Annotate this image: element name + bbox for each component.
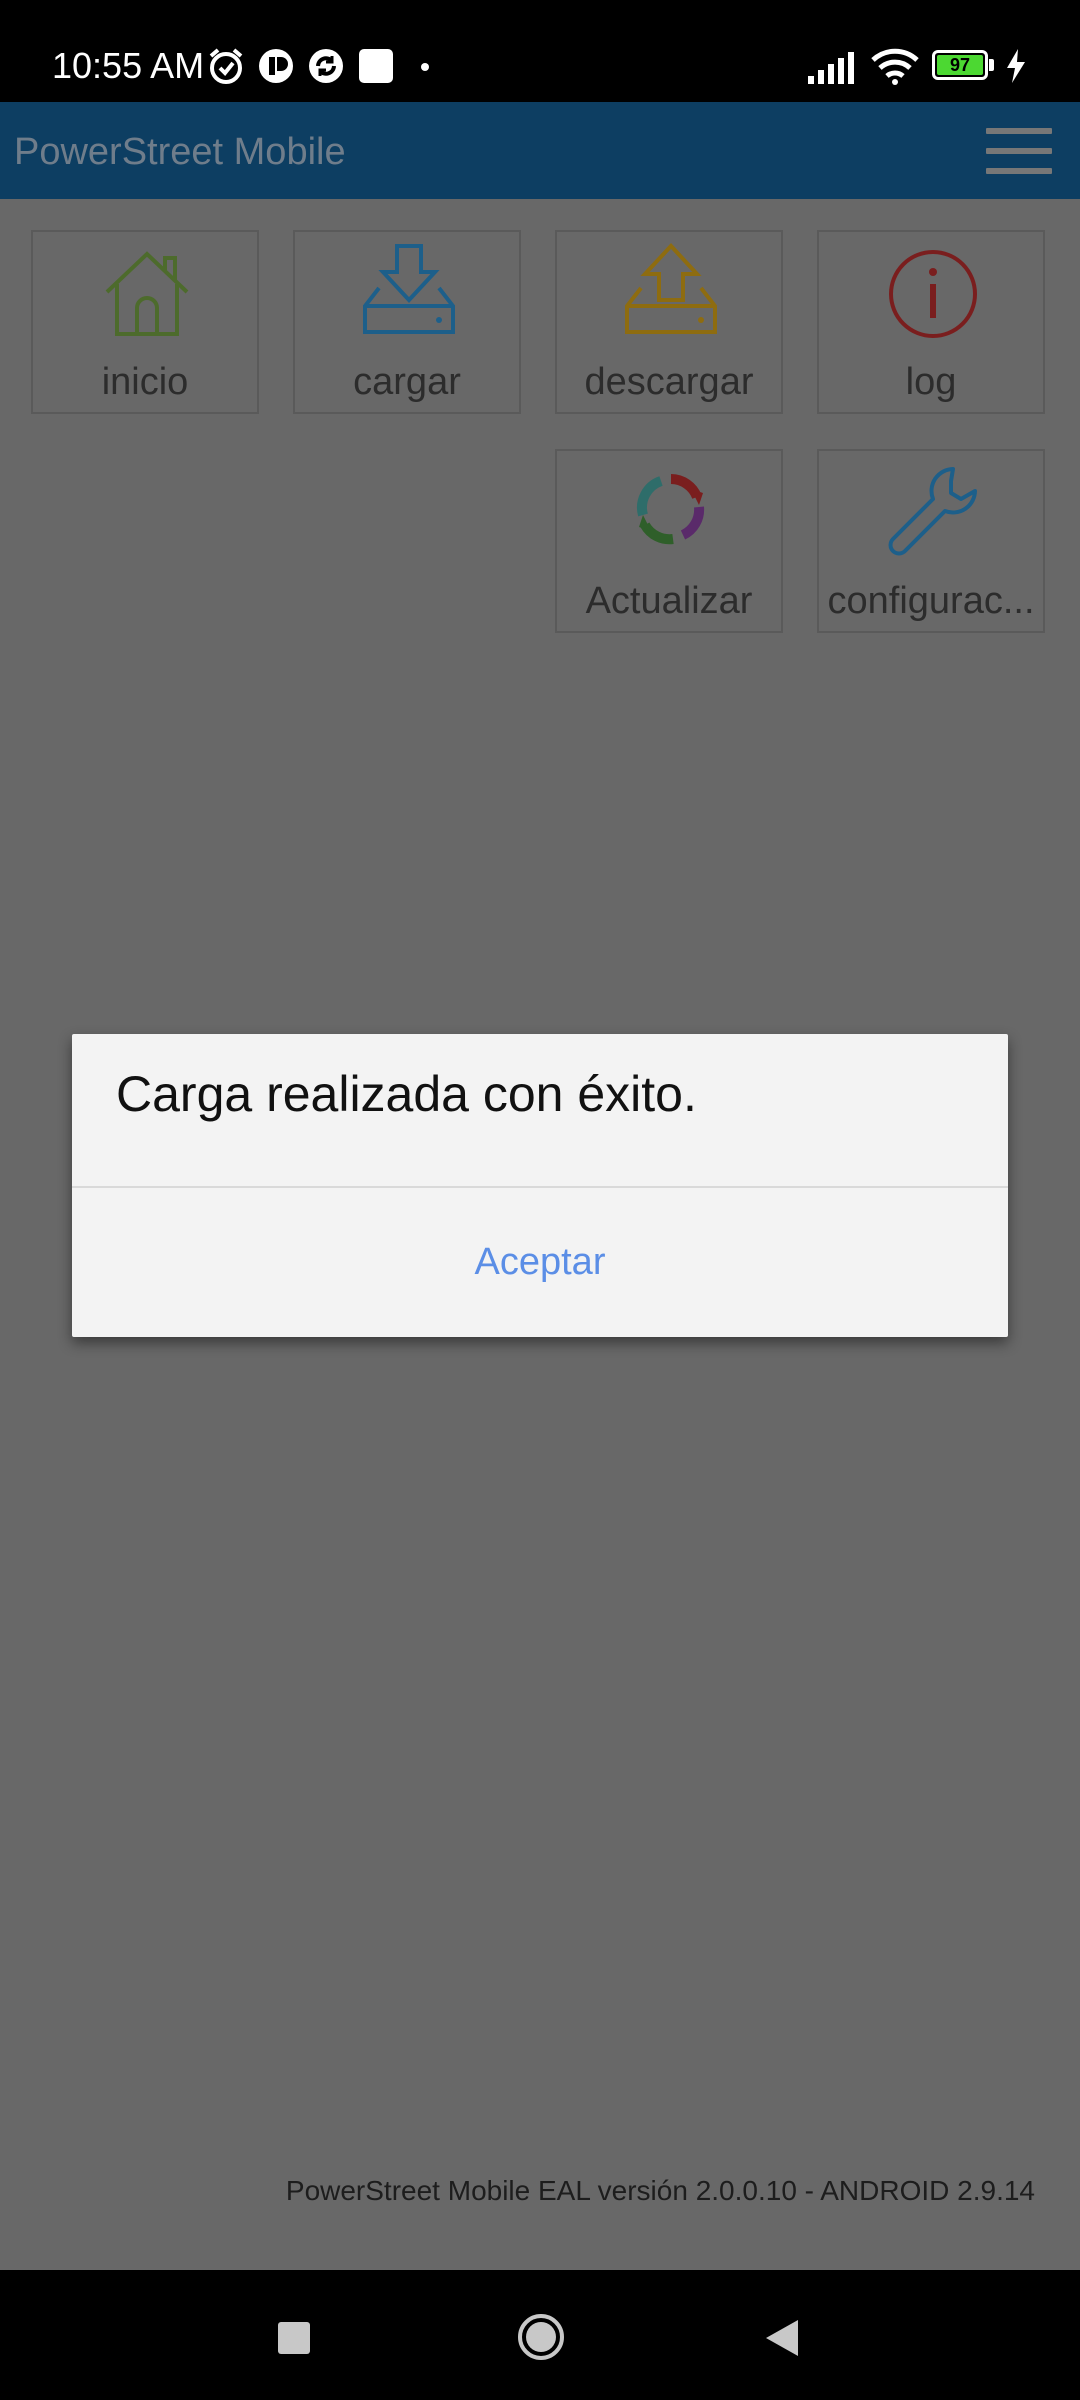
tile-actualizar[interactable]: Actualizar: [555, 449, 783, 633]
dot-icon: [421, 63, 429, 71]
tile-label: log: [905, 361, 957, 403]
signal-icon: [808, 52, 854, 84]
hamburger-menu-icon[interactable]: [986, 124, 1056, 180]
home-circle-icon[interactable]: [516, 2312, 566, 2362]
dialog-message: Carga realizada con éxito.: [116, 1066, 697, 1122]
tile-label: descargar: [584, 361, 754, 403]
app-notification-icon: [259, 49, 293, 83]
tile-label: cargar: [353, 361, 461, 403]
back-icon[interactable]: [762, 2318, 802, 2358]
info-icon: [889, 250, 977, 338]
app-title: PowerStreet Mobile: [14, 131, 346, 173]
refresh-icon: [637, 474, 705, 545]
download-tray-icon: [625, 243, 717, 334]
tile-descargar[interactable]: descargar: [555, 230, 783, 414]
tile-inicio[interactable]: inicio: [31, 230, 259, 414]
recents-icon[interactable]: [276, 2320, 312, 2356]
upload-tray-icon: [363, 244, 455, 334]
battery-icon: 97: [932, 50, 996, 82]
sync-icon: [309, 49, 343, 83]
version-text: PowerStreet Mobile EAL versión 2.0.0.10 …: [285, 2175, 1035, 2206]
wrench-icon: [888, 467, 977, 556]
navigation-bar: [0, 2270, 1080, 2400]
alarm-icon: [209, 48, 243, 84]
app-bar: PowerStreet Mobile: [0, 102, 1080, 199]
tile-label: Actualizar: [585, 580, 753, 622]
status-bar: 10:55 AM 97: [0, 0, 1080, 102]
tile-label: inicio: [101, 361, 189, 403]
square-notification-icon: [359, 49, 393, 83]
wifi-icon: [871, 48, 919, 85]
charging-icon: [1007, 49, 1025, 83]
success-dialog: Carga realizada con éxito. Aceptar: [72, 1034, 1008, 1337]
tile-configuracion[interactable]: configurac...: [817, 449, 1045, 633]
tile-label: configurac...: [827, 580, 1035, 622]
status-time: 10:55 AM: [52, 45, 205, 86]
accept-button[interactable]: Aceptar: [72, 1188, 1008, 1337]
tile-cargar[interactable]: cargar: [293, 230, 521, 414]
home-icon: [105, 251, 189, 336]
tile-log[interactable]: log: [817, 230, 1045, 414]
battery-level: 97: [949, 55, 971, 75]
